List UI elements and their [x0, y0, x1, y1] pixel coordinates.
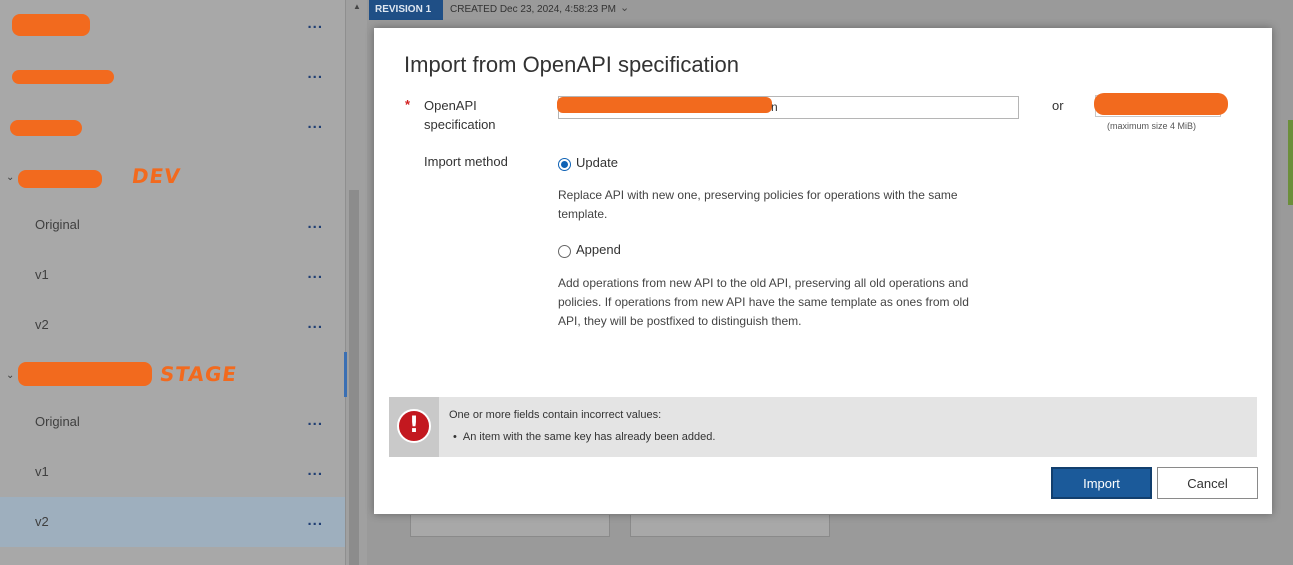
redacted-name: [12, 14, 90, 36]
error-icon-box: !: [389, 397, 439, 457]
error-item: • An item with the same key has already b…: [453, 431, 715, 443]
revision-tab[interactable]: REVISION 1: [369, 0, 443, 20]
revision-created: CREATED Dec 23, 2024, 4:58:23 PM: [450, 4, 617, 15]
append-desc-line: Add operations from new API to the old A…: [558, 276, 969, 290]
sidebar-item-api-3[interactable]: ...: [0, 100, 345, 150]
spec-label-line1: OpenAPI: [424, 98, 477, 113]
redacted-url: [557, 97, 772, 113]
dialog-title: Import from OpenAPI specification: [404, 52, 740, 77]
sidebar-group-stage[interactable]: ⌄ STAGE: [0, 350, 345, 400]
more-icon[interactable]: ...: [307, 316, 323, 331]
spec-label: OpenAPI specification: [424, 96, 496, 134]
sidebar-item-label: v2: [35, 514, 49, 529]
redacted-name: [18, 362, 152, 386]
sidebar-item-label: v1: [35, 464, 49, 479]
more-icon[interactable]: ...: [307, 216, 323, 231]
error-banner: ! One or more fields contain incorrect v…: [389, 397, 1257, 457]
background-accent: [1288, 120, 1293, 205]
sidebar-item-api-2[interactable]: ...: [0, 50, 345, 100]
scrollbar-thumb[interactable]: [349, 190, 359, 565]
sidebar-item-dev-v1[interactable]: v1 ...: [0, 250, 345, 300]
redacted-name: [10, 120, 82, 136]
scroll-up-icon[interactable]: ▲: [353, 2, 361, 11]
import-button[interactable]: Import: [1051, 467, 1152, 499]
required-indicator: *: [405, 97, 411, 112]
import-dialog: Import from OpenAPI specification * Open…: [374, 28, 1272, 514]
sidebar-item-label: v1: [35, 267, 49, 282]
update-desc-line: Replace API with new one, preserving pol…: [558, 188, 958, 202]
background-card: [630, 515, 830, 537]
or-text: or: [1052, 98, 1064, 113]
dev-annotation: DEV: [130, 164, 183, 188]
chevron-down-icon[interactable]: ⌄: [620, 1, 629, 14]
sidebar-scrollbar[interactable]: ▲: [344, 0, 367, 565]
sidebar-item-label: Original: [35, 414, 80, 429]
stage-annotation: STAGE: [158, 362, 239, 386]
more-icon[interactable]: ...: [307, 513, 323, 528]
cancel-button[interactable]: Cancel: [1157, 467, 1258, 499]
append-label[interactable]: Append: [576, 242, 621, 257]
sidebar-item-stage-original[interactable]: Original ...: [0, 397, 345, 447]
redacted-label: [1094, 93, 1228, 115]
select-file-button[interactable]: [1094, 93, 1228, 117]
more-icon[interactable]: ...: [307, 66, 323, 81]
max-size-hint: (maximum size 4 MiB): [1107, 121, 1197, 131]
error-icon: !: [397, 409, 431, 443]
api-sidebar: ... ... ... ⌄ DEV Original ... v1 ... v2…: [0, 0, 345, 565]
sidebar-group-dev[interactable]: ⌄ DEV: [0, 150, 345, 200]
append-desc-line: policies. If operations from new API hav…: [558, 295, 969, 309]
sidebar-item-label: v2: [35, 317, 49, 332]
append-desc-line: API, they will be postfixed to distingui…: [558, 314, 802, 328]
redacted-name: [12, 70, 114, 84]
more-icon[interactable]: ...: [307, 413, 323, 428]
selection-accent: [344, 352, 347, 397]
sidebar-item-stage-v1[interactable]: v1 ...: [0, 447, 345, 497]
update-radio[interactable]: [558, 158, 571, 171]
more-icon[interactable]: ...: [307, 463, 323, 478]
sidebar-item-api-1[interactable]: ...: [0, 0, 345, 50]
openapi-spec-input[interactable]: n: [557, 96, 1019, 119]
sidebar-item-stage-v2[interactable]: v2 ...: [0, 497, 345, 547]
import-method-label: Import method: [424, 154, 508, 169]
update-label[interactable]: Update: [576, 155, 618, 170]
sidebar-item-dev-v2[interactable]: v2 ...: [0, 300, 345, 350]
sidebar-item-dev-original[interactable]: Original ...: [0, 200, 345, 250]
append-description: Add operations from new API to the old A…: [558, 274, 1018, 331]
sidebar-item-label: Original: [35, 217, 80, 232]
spec-label-line2: specification: [424, 117, 496, 132]
bullet: •: [453, 431, 457, 443]
append-radio[interactable]: [558, 245, 571, 258]
more-icon[interactable]: ...: [307, 266, 323, 281]
spec-input-value-tail: n: [771, 100, 778, 114]
redacted-name: [18, 170, 102, 188]
update-desc-line: template.: [558, 207, 608, 221]
chevron-down-icon[interactable]: ⌄: [6, 370, 14, 381]
chevron-down-icon[interactable]: ⌄: [6, 172, 14, 183]
error-title: One or more fields contain incorrect val…: [449, 409, 662, 421]
error-item-text: An item with the same key has already be…: [462, 431, 716, 443]
more-icon[interactable]: ...: [307, 16, 323, 31]
update-description: Replace API with new one, preserving pol…: [558, 186, 1018, 224]
more-icon[interactable]: ...: [307, 116, 323, 131]
background-card: [410, 515, 610, 537]
